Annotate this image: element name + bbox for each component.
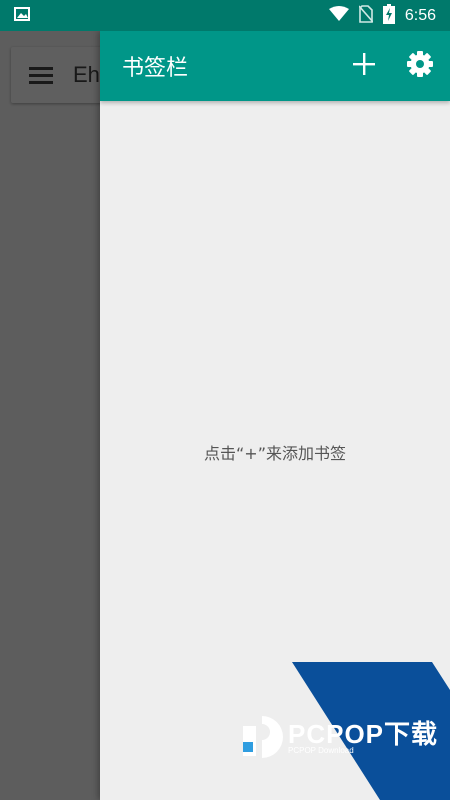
gear-icon [406,50,434,82]
battery-charging-icon [382,3,395,28]
no-sim-icon [358,4,374,27]
status-time: 6:56 [404,6,436,24]
watermark-subtitle: PCPOP Download [288,746,354,755]
wifi-icon [328,5,349,26]
plus-icon [352,52,376,80]
watermark-text: PCPOP下载 PCPOP Download [288,720,438,755]
drawer-title: 书签栏 [122,56,189,81]
settings-button[interactable] [396,42,444,90]
bookmarks-drawer: 书签栏 点击“+”来添加书签 [100,31,450,800]
watermark-brand: PCPOP下载 [288,719,439,749]
status-bar: 6:56 [0,0,450,31]
image-notification-icon [14,6,30,25]
drawer-toolbar: 书签栏 [100,31,450,101]
add-bookmark-button[interactable] [340,42,388,90]
empty-bookmarks-hint: 点击“+”来添加书签 [204,444,346,463]
